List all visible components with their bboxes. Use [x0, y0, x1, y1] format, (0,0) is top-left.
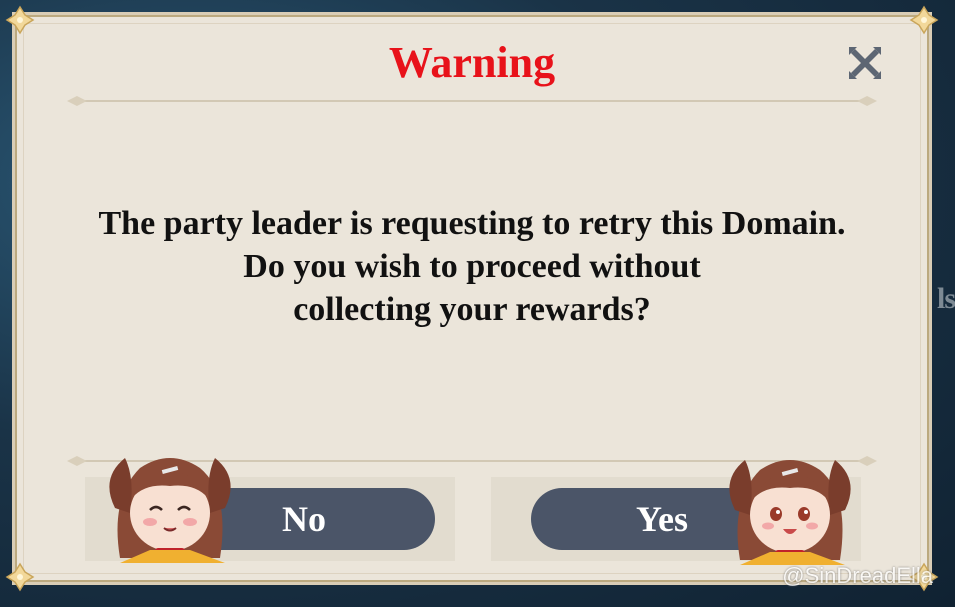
message-line: Do you wish to proceed without — [243, 248, 701, 285]
character-sticker-right — [720, 440, 860, 570]
close-icon — [849, 47, 881, 79]
message-line: collecting your rewards? — [293, 291, 651, 328]
background-edge-text: ls — [936, 282, 955, 315]
divider-top — [65, 95, 879, 107]
dialog-message: The party leader is requesting to retry … — [15, 202, 929, 331]
corner-ornament-icon — [5, 5, 35, 35]
corner-ornament-icon — [5, 562, 35, 592]
watermark: @SinDreadElla — [782, 563, 933, 588]
character-sticker-left — [100, 438, 240, 568]
message-line: The party leader is requesting to retry … — [98, 205, 846, 242]
dialog-title: Warning — [388, 38, 556, 87]
close-button[interactable] — [845, 43, 885, 83]
corner-ornament-icon — [909, 5, 939, 35]
